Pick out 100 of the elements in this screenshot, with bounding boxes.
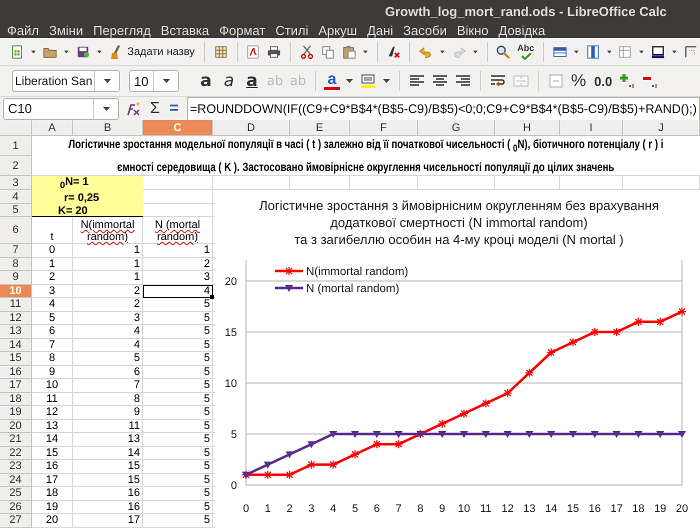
table-cell: 16 [73,500,143,514]
table-cell: 5 [143,433,213,446]
axis-tick-label: 3 [308,503,314,515]
table-cell: 5 [143,312,213,325]
table-cell: 5 [143,460,213,474]
axis-tick-label: 18 [632,503,645,515]
table-cell: 0 [32,244,73,258]
table-cell: 16 [32,460,73,474]
table-cell: 5 [143,474,213,487]
axis-tick-label: 9 [439,503,446,515]
chart-title: Логістичне зростання з ймовірнісним округленням без врахування [259,198,659,213]
axis-tick-label: 8 [417,503,424,515]
table-cell: 7 [32,338,73,352]
legend-label: N (mortal random) [306,283,400,295]
table-cell: 1 [143,244,213,258]
table-cell: 12 [32,406,73,420]
chart-title: додаткової смертності (N immortal random) [330,215,588,230]
table-cell: 5 [143,406,213,420]
axis-tick-label: 10 [458,503,470,515]
table-cell: 2 [143,258,213,271]
table-cell: 10 [32,379,73,392]
axis-tick-label: 13 [523,503,536,515]
table-cell: 5 [143,379,213,392]
table-cell: 5 [73,352,143,366]
table-cell: 17 [73,514,143,528]
table-cell: 5 [143,514,213,528]
axis-tick-label: 10 [224,378,237,390]
axis-tick-label: 5 [230,429,237,441]
table-cell: 1 [73,258,143,271]
table-cell: 2 [73,298,143,312]
sheet-title: ємності середовища ( K ). Застосовано ймовірнісне округлення чисельності популяції до цілих значень [117,158,615,175]
axis-tick-label: 17 [610,503,623,515]
axis-tick-label: 5 [352,503,358,515]
axis-tick-label: 0 [230,480,237,492]
table-cell: 1 [73,271,143,284]
axis-tick-label: 4 [330,503,336,515]
table-cell: 4 [143,284,213,298]
axis-tick-label: 12 [501,503,514,515]
axis-tick-label: 14 [545,503,558,515]
axis-tick-label: 15 [224,327,237,339]
axis-tick-label: 11 [480,503,492,515]
table-cell: 8 [32,352,73,366]
parameter-text: $_{0}$N= 1 [59,176,90,192]
table-cell: 2 [73,284,143,298]
table-cell: 5 [143,352,213,366]
parameter-text: K= 20 [58,205,89,218]
table-cell: 7 [73,379,143,392]
parameter-text: r= 0,25 [63,192,100,206]
table-cell: 20 [32,514,73,528]
table-cell: 13 [32,420,73,433]
axis-tick-label: 0 [242,503,250,515]
table-cell: 13 [73,433,143,446]
table-cell: 5 [32,312,73,325]
chart-title: та з загибеллю особин на 4-му кроці моделі (N mortal ) [294,232,624,247]
table-cell: 1 [32,258,73,271]
table-cell: 14 [73,446,143,460]
table-cell: 5 [143,392,213,406]
axis-tick-label: 20 [676,503,688,515]
table-cell: 3 [32,284,73,298]
table-cell: 4 [32,298,73,312]
table-cell: 6 [32,325,73,338]
table-cell: 5 [143,298,213,312]
table-cell: 5 [143,366,213,379]
table-cell: 5 [143,487,213,500]
table-cell: 8 [73,392,143,406]
table-cell: 5 [143,325,213,338]
axis-tick-label: 2 [286,503,293,515]
table-cell: 15 [73,474,143,487]
axis-tick-label: 19 [654,503,666,515]
axis-tick-label: 15 [566,503,580,515]
legend-label: N(immortal random) [306,266,408,278]
table-cell: 11 [73,420,143,433]
axis-tick-label: 7 [396,503,402,515]
table-cell: 5 [143,420,213,433]
table-cell: 9 [73,406,143,420]
window-title: Growth_log_mort_rand.ods - LibreOffice Calc [385,4,667,18]
table-cell: 5 [143,500,213,514]
table-cell: 15 [32,446,73,460]
table-cell: 18 [32,487,73,500]
table-cell: 3 [143,271,213,284]
table-cell: 15 [73,460,143,474]
column-heading: N(immortal random) [73,217,143,244]
table-cell: 16 [73,487,143,500]
table-cell: 3 [73,312,143,325]
table-cell: 4 [73,338,143,352]
sheet-title: Логістичне зростання модельної популяції в часі ( t ) залежно від її початкової чисельності ( $_{0}$N), біотичного потенціалу ( r ) і [68,136,664,157]
axis-tick-label: 16 [588,503,601,515]
table-cell: 6 [73,366,143,379]
table-cell: 4 [73,325,143,338]
table-cell: 9 [32,366,73,379]
table-cell: 17 [32,474,73,487]
table-cell: 11 [32,392,73,406]
axis-tick-label: 20 [224,276,237,288]
column-heading: N (mortal random) [143,217,213,244]
table-cell: 5 [143,338,213,352]
table-cell: 2 [32,271,73,284]
table-cell: 19 [32,500,73,514]
axis-tick-label: 1 [264,503,271,515]
table-cell: 14 [32,433,73,446]
table-cell: 5 [143,446,213,460]
